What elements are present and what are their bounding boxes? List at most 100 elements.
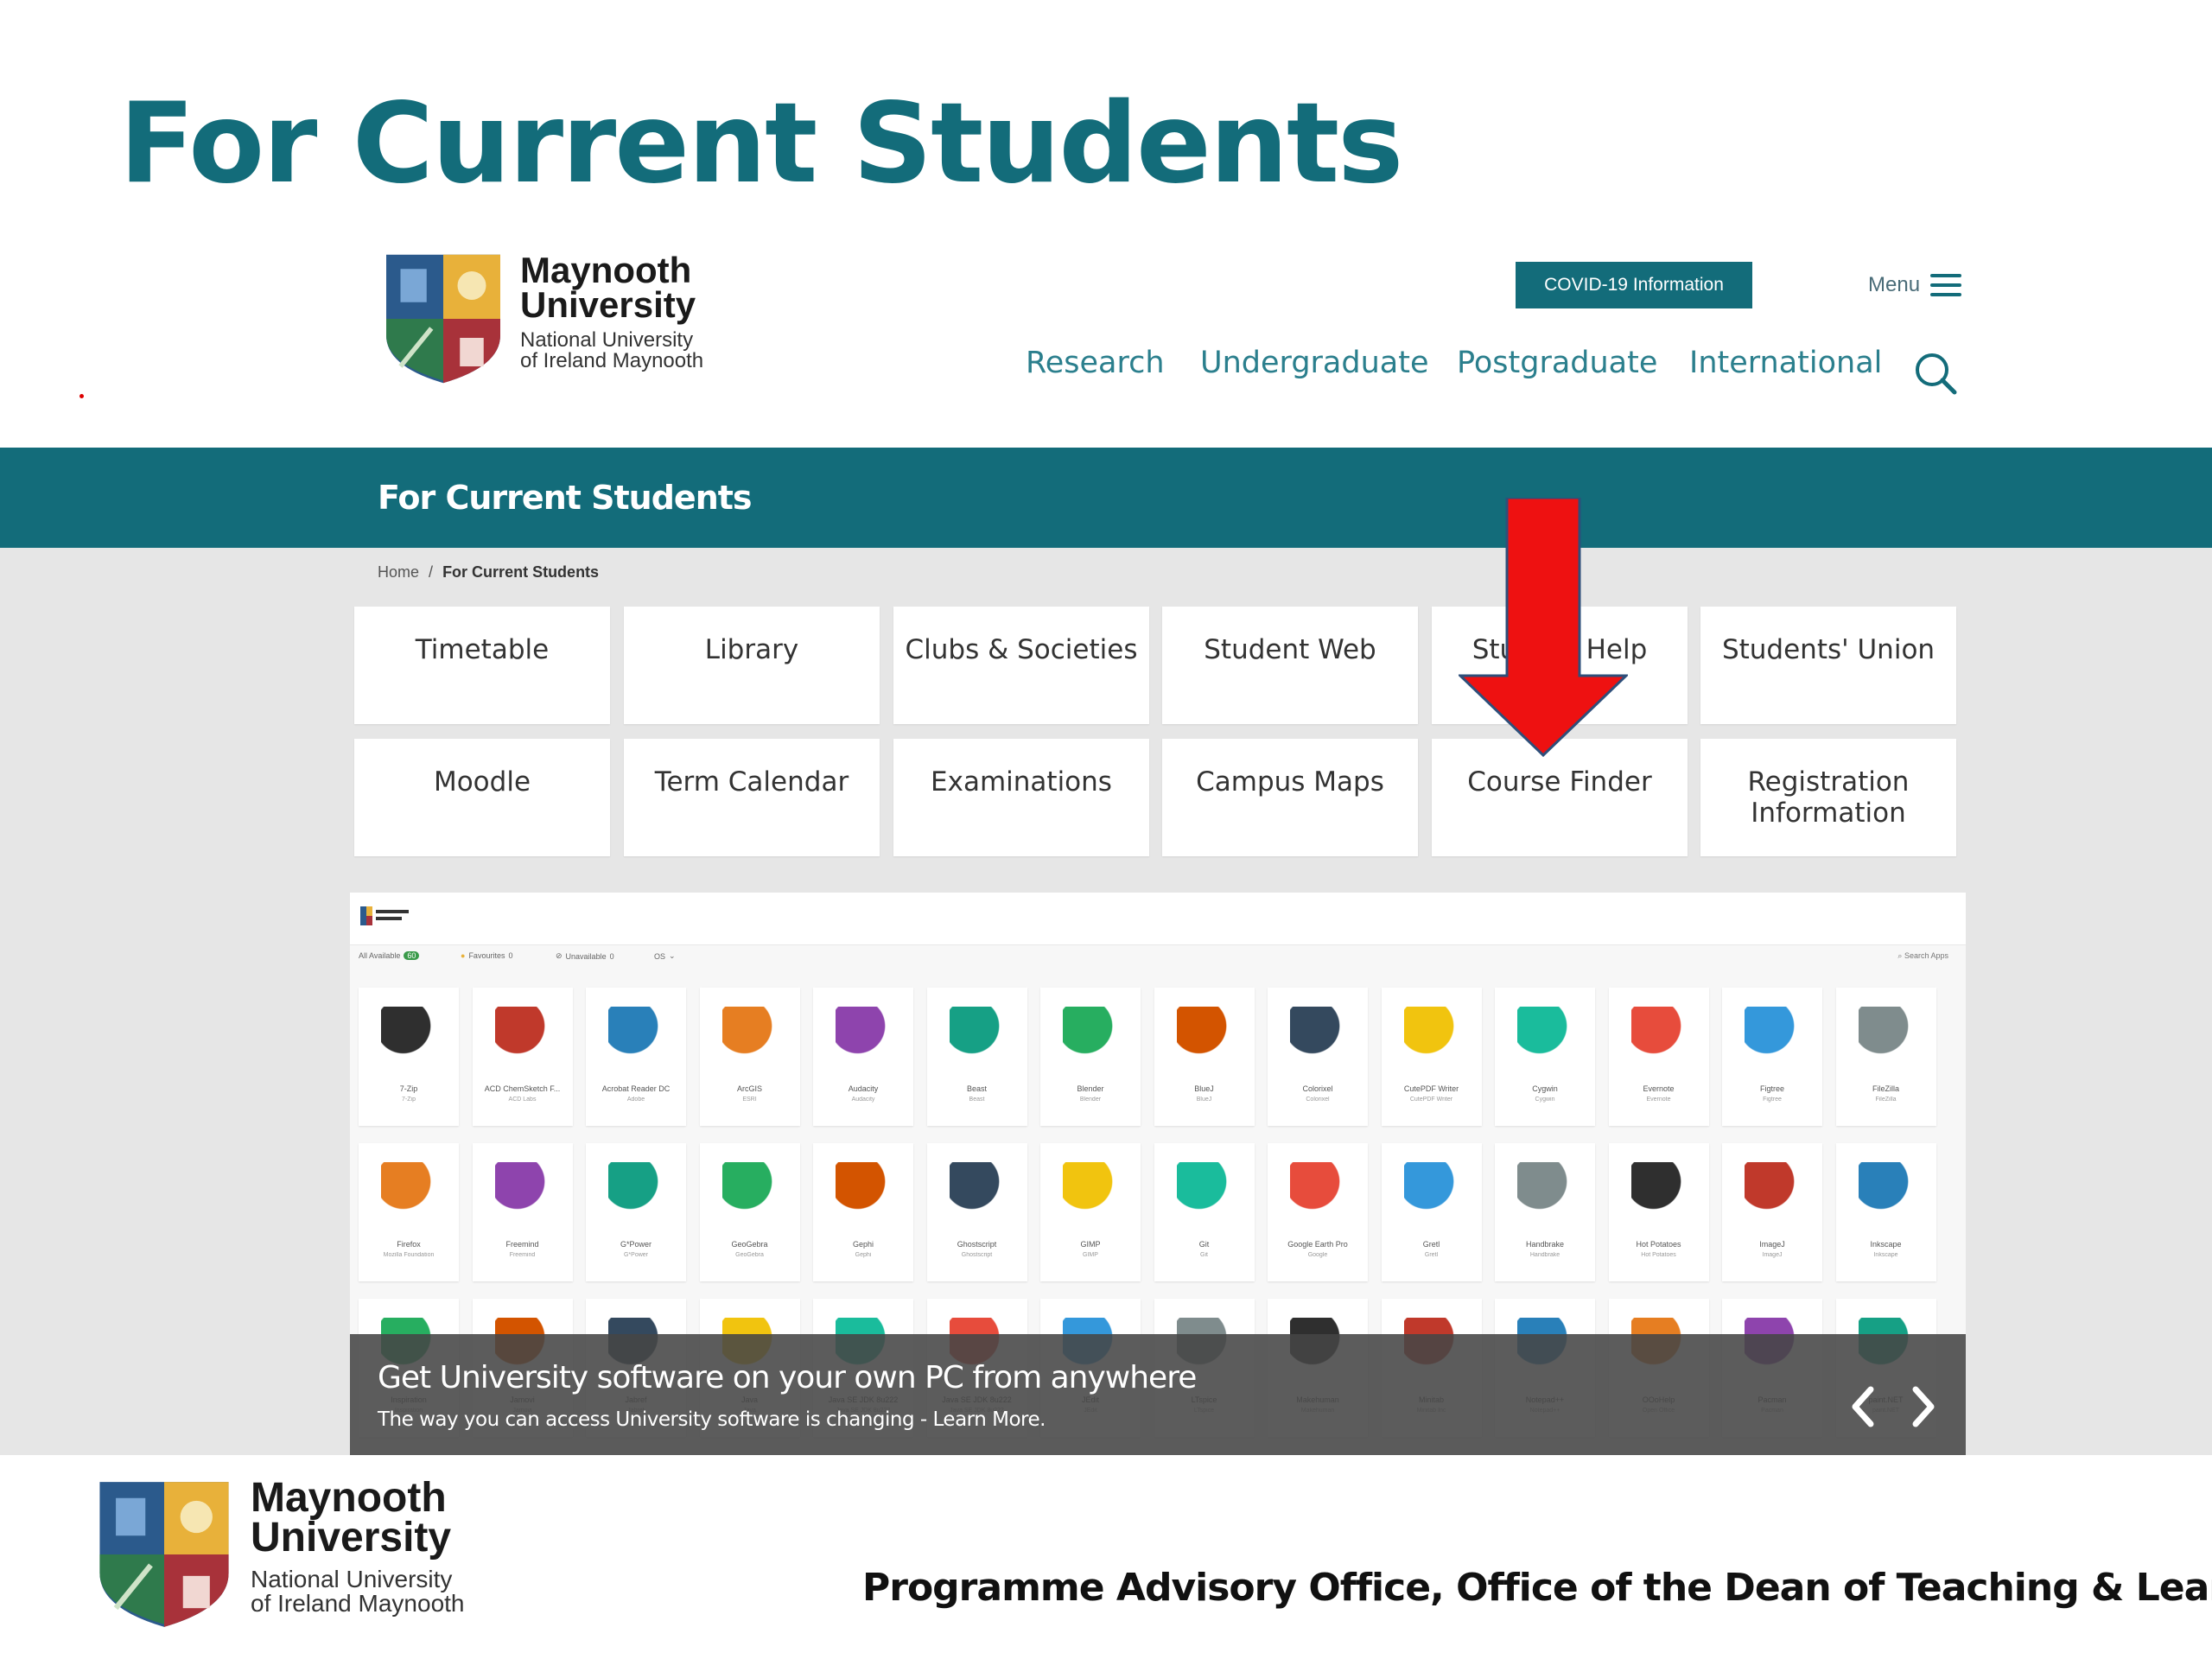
app-card[interactable]: Inkscape Inkscape — [1835, 1143, 1936, 1281]
chevron-right-icon[interactable] — [1910, 1386, 1936, 1427]
app-card[interactable]: FileZilla FileZilla — [1835, 988, 1936, 1126]
app-publisher: Beast — [969, 1096, 985, 1103]
university-crest-logo[interactable] — [384, 252, 503, 385]
logo-name-line2: University — [520, 284, 696, 325]
tile-clubs-societies[interactable]: Clubs & Societies — [893, 607, 1149, 724]
app-card[interactable]: Firefox Mozilla Foundation — [359, 1143, 459, 1281]
app-name: Colorixel — [1302, 1084, 1333, 1093]
app-card[interactable]: G*Power G*Power — [586, 1143, 686, 1281]
app-icon — [494, 1162, 550, 1217]
app-name: Ghostscript — [957, 1240, 997, 1249]
app-card[interactable]: GIMP GIMP — [1040, 1143, 1141, 1281]
app-publisher: Figtree — [1763, 1096, 1782, 1103]
filter-os-label: OS — [654, 951, 666, 961]
tile-registration-information[interactable]: Registration Information — [1700, 739, 1956, 856]
tile-library[interactable]: Library — [624, 607, 880, 724]
tile-moodle[interactable]: Moodle — [354, 739, 610, 856]
app-icon — [1858, 1162, 1914, 1217]
app-card[interactable]: Blender Blender — [1040, 988, 1141, 1126]
footer-logo-sub-line2: of Ireland Maynooth — [251, 1590, 465, 1617]
tile-label: Course Finder — [1467, 766, 1652, 798]
app-icon — [494, 1007, 550, 1062]
app-card[interactable]: Audacity Audacity — [813, 988, 913, 1126]
app-icon — [1403, 1007, 1459, 1062]
app-card[interactable]: Colorixel Colorixel — [1268, 988, 1368, 1126]
apps-filter-favourites[interactable]: ● Favourites 0 — [461, 951, 512, 960]
tile-label: Timetable — [415, 634, 550, 665]
apps-search-input[interactable]: ⌕ Search Apps — [1897, 951, 1948, 961]
footer-crest-logo — [97, 1479, 232, 1630]
app-name: Beast — [966, 1084, 987, 1093]
breadcrumb-home[interactable]: Home — [378, 563, 419, 581]
app-publisher: Ghostscript — [961, 1252, 993, 1258]
app-card[interactable]: Evernote Evernote — [1608, 988, 1709, 1126]
tile-timetable[interactable]: Timetable — [354, 607, 610, 724]
app-name: Freemind — [505, 1240, 539, 1249]
app-card[interactable]: ArcGIS ESRI — [699, 988, 800, 1126]
menu-button[interactable]: Menu — [1868, 268, 1962, 302]
app-card[interactable]: Handbrake Handbrake — [1495, 1143, 1595, 1281]
carousel-caption[interactable]: Get University software on your own PC f… — [350, 1334, 1966, 1455]
tile-student-web[interactable]: Student Web — [1162, 607, 1418, 724]
app-card[interactable]: Freemind Freemind — [472, 1143, 573, 1281]
app-publisher: Evernote — [1646, 1096, 1671, 1103]
app-name: CutePDF Writer — [1403, 1084, 1459, 1093]
app-card[interactable]: Gephi Gephi — [813, 1143, 913, 1281]
app-card[interactable]: Acrobat Reader DC Adobe — [586, 988, 686, 1126]
app-icon — [1858, 1007, 1914, 1062]
app-publisher: GIMP — [1083, 1252, 1098, 1258]
app-card[interactable]: ACD ChemSketch F... ACD Labs — [472, 988, 573, 1126]
app-card[interactable]: Cygwin Cygwin — [1495, 988, 1595, 1126]
apps-carousel-panel[interactable]: All Available 60 ● Favourites 0 ⊘ Unavai… — [350, 893, 1966, 1455]
nav-international[interactable]: International — [1689, 346, 1882, 380]
app-card[interactable]: Git Git — [1154, 1143, 1255, 1281]
app-name: Cygwin — [1532, 1084, 1558, 1093]
tile-examinations[interactable]: Examinations — [893, 739, 1149, 856]
nav-postgraduate[interactable]: Postgraduate — [1457, 346, 1657, 380]
search-icon[interactable] — [1911, 349, 1960, 397]
app-name: G*Power — [620, 1240, 652, 1249]
apps-search-placeholder: Search Apps — [1904, 951, 1948, 960]
app-card[interactable]: BlueJ BlueJ — [1154, 988, 1255, 1126]
app-card[interactable]: Hot Potatoes Hot Potatoes — [1608, 1143, 1709, 1281]
apps-filter-os[interactable]: OS ⌄ — [654, 951, 676, 961]
caption-title[interactable]: Get University software on your own PC f… — [378, 1360, 1197, 1395]
app-card[interactable]: 7-Zip 7-Zip — [359, 988, 459, 1126]
app-card[interactable]: Figtree Figtree — [1722, 988, 1822, 1126]
app-icon — [949, 1007, 1005, 1062]
apps-filter-unavailable[interactable]: ⊘ Unavailable 0 — [556, 951, 614, 961]
app-publisher: Blender — [1079, 1096, 1102, 1103]
app-card[interactable]: Google Earth Pro Google — [1268, 1143, 1368, 1281]
caption-subtitle[interactable]: The way you can access University softwa… — [378, 1408, 1046, 1431]
app-icon — [1630, 1007, 1687, 1062]
app-name: GeoGebra — [731, 1240, 768, 1249]
app-card[interactable]: GeoGebra GeoGebra — [699, 1143, 800, 1281]
chevron-left-icon[interactable] — [1850, 1386, 1876, 1427]
app-card[interactable]: Gretl Gretl — [1381, 1143, 1482, 1281]
stray-dot — [79, 394, 84, 398]
app-publisher: Gretl — [1424, 1252, 1439, 1258]
tile-label: Student Web — [1204, 634, 1376, 665]
app-name: Hot Potatoes — [1636, 1240, 1681, 1249]
app-icon — [836, 1007, 891, 1062]
app-publisher: 7-Zip — [402, 1096, 416, 1103]
apps-filter-all[interactable]: All Available 60 — [359, 951, 420, 960]
tile-campus-maps[interactable]: Campus Maps — [1162, 739, 1418, 856]
app-card[interactable]: ImageJ ImageJ — [1722, 1143, 1822, 1281]
app-card[interactable]: Beast Beast — [926, 988, 1027, 1126]
header-logo-text: Maynooth University National University … — [520, 252, 703, 372]
nav-research[interactable]: Research — [1026, 346, 1165, 380]
app-icon — [1517, 1007, 1573, 1062]
tile-students-union[interactable]: Students' Union — [1700, 607, 1956, 724]
app-name: BlueJ — [1194, 1084, 1214, 1093]
app-card[interactable]: CutePDF Writer CutePDF Writer — [1381, 988, 1482, 1126]
nav-undergraduate[interactable]: Undergraduate — [1200, 346, 1428, 380]
app-card[interactable]: Ghostscript Ghostscript — [926, 1143, 1027, 1281]
app-publisher: Handbrake — [1529, 1252, 1560, 1258]
star-icon: ● — [461, 951, 466, 960]
tile-term-calendar[interactable]: Term Calendar — [624, 739, 880, 856]
app-icon — [381, 1007, 436, 1062]
breadcrumb: Home / For Current Students — [378, 563, 599, 582]
app-name: ImageJ — [1759, 1240, 1785, 1249]
covid-info-button[interactable]: COVID-19 Information — [1516, 262, 1752, 308]
